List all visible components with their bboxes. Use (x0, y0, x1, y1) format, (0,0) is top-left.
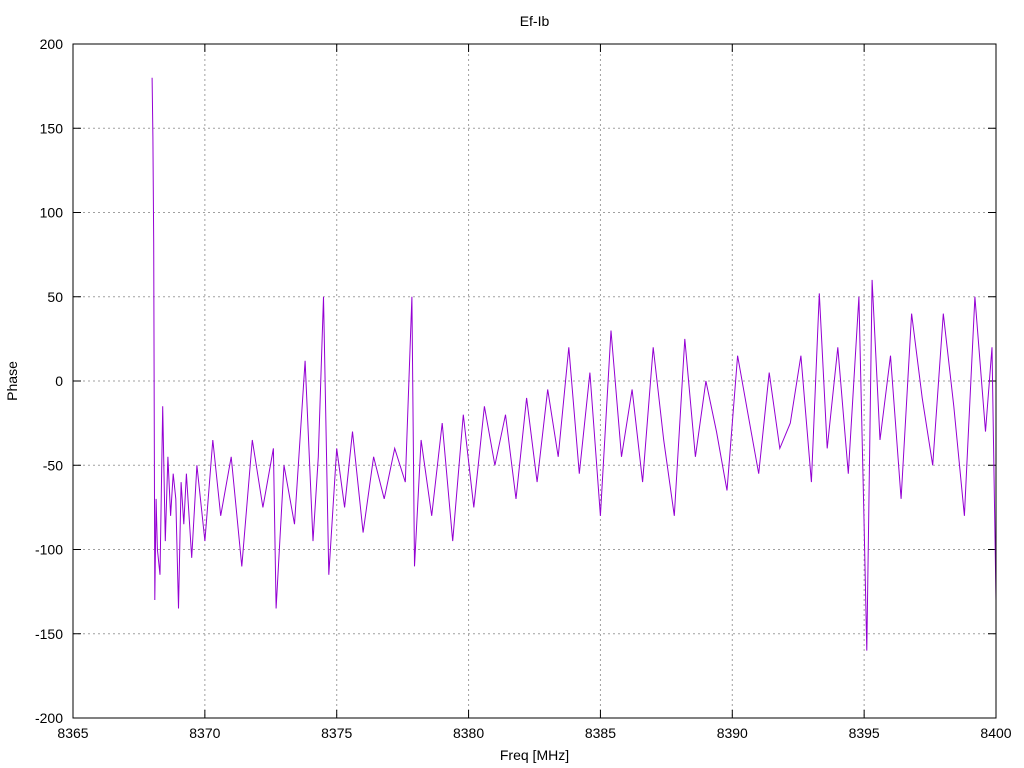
x-tick-label: 8385 (585, 725, 616, 741)
x-tick-label: 8370 (189, 725, 220, 741)
y-tick-label: 200 (40, 36, 64, 52)
x-tick-label: 8365 (57, 725, 88, 741)
x-tick-label: 8395 (849, 725, 880, 741)
y-tick-label: -50 (43, 457, 63, 473)
x-tick-label: 8400 (980, 725, 1011, 741)
chart-title: Ef-Ib (520, 13, 550, 29)
x-tick-label: 8375 (321, 725, 352, 741)
phase-chart: 8365 8370 8375 8380 8385 8390 8395 8400 -200 -15… (0, 0, 1024, 768)
x-tick-label: 8380 (453, 725, 484, 741)
y-tick-label: 150 (40, 120, 64, 136)
y-tick-label: 0 (55, 373, 63, 389)
y-tick-label: -150 (35, 626, 63, 642)
y-tick-label: 50 (47, 289, 63, 305)
x-tick-label: 8390 (717, 725, 748, 741)
x-axis-label: Freq [MHz] (500, 747, 569, 763)
y-tick-label: -200 (35, 710, 63, 726)
y-tick-label: 100 (40, 205, 64, 221)
y-axis-label: Phase (4, 361, 20, 401)
y-tick-label: -100 (35, 542, 63, 558)
